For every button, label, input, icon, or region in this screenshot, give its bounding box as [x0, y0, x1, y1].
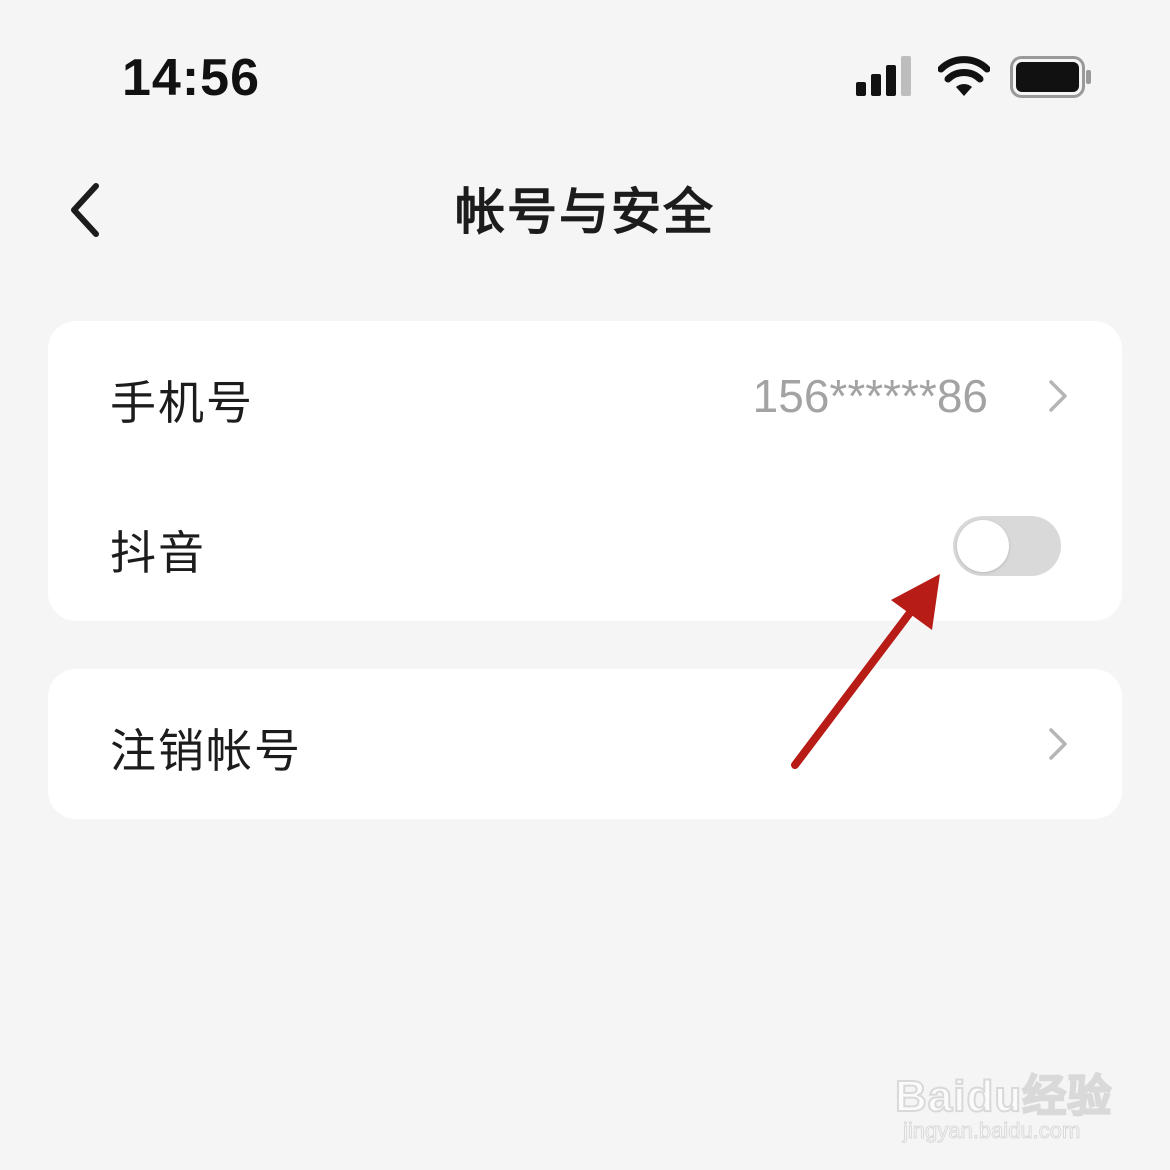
phone-number-value: 156******86 [752, 370, 988, 422]
phone-number-label: 手机号 [110, 376, 254, 430]
phone-number-row[interactable]: 手机号 156******86 [48, 321, 1122, 471]
status-bar: 14:56 [0, 0, 1170, 150]
settings-group-account: 手机号 156******86 抖音 [48, 321, 1122, 621]
nav-bar: 帐号与安全 [0, 150, 1170, 270]
douyin-row: 抖音 [48, 471, 1122, 621]
deactivate-account-row[interactable]: 注销帐号 [48, 669, 1122, 819]
cellular-signal-icon [856, 56, 911, 96]
page-title: 帐号与安全 [455, 183, 715, 241]
toggle-knob [957, 520, 1009, 572]
chevron-right-icon [1049, 728, 1067, 760]
watermark: Baidu经验 jingyan.baidu.com [894, 1040, 1135, 1150]
douyin-label: 抖音 [110, 526, 206, 580]
deactivate-account-label: 注销帐号 [110, 724, 302, 778]
battery-icon [1010, 56, 1091, 98]
chevron-right-icon [1049, 380, 1067, 412]
status-time: 14:56 [122, 49, 260, 107]
settings-group-deactivate: 注销帐号 [48, 669, 1122, 819]
watermark-url: jingyan.baidu.com [902, 1118, 1081, 1144]
wifi-icon [938, 56, 990, 96]
watermark-logo: Baidu经验 [894, 1071, 1113, 1122]
douyin-toggle[interactable] [953, 516, 1061, 576]
